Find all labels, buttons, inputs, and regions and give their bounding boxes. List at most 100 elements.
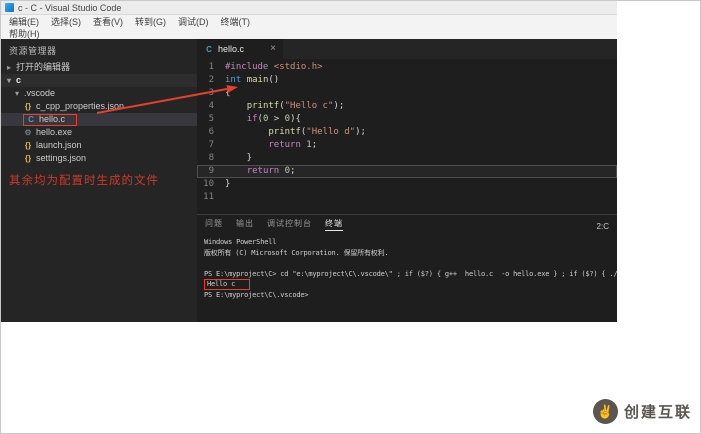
menu-item[interactable]: 转到(G) bbox=[129, 15, 172, 28]
line-number: 8 bbox=[208, 153, 214, 163]
code-line: 4 printf("Hello c"); bbox=[197, 100, 617, 113]
line-number: 4 bbox=[208, 101, 214, 111]
vscode-logo-icon bbox=[5, 3, 14, 12]
tab-hello-c[interactable]: C hello.c × bbox=[197, 39, 283, 59]
code-text: return 0; bbox=[246, 166, 296, 176]
code-text: } bbox=[225, 153, 253, 163]
menu-row: 编辑(E) 选择(S) 查看(V) 转到(G) 调试(D) 终端(T) bbox=[3, 15, 615, 27]
exe-file-icon: ⚙ bbox=[24, 128, 32, 137]
code-line: 3{ bbox=[197, 87, 617, 100]
file-item[interactable]: {} settings.json bbox=[1, 152, 197, 165]
terminal-line: Windows PowerShell bbox=[204, 238, 277, 246]
workbench: 资源管理器 ▸ 打开的编辑器 ▾ c ▾ .vscode {} c_cpp_pro… bbox=[1, 39, 617, 322]
chevron-down-icon: ▾ bbox=[6, 76, 11, 85]
terminal-line: 版权所有 (C) Microsoft Corporation. 保留所有权利. bbox=[204, 248, 389, 257]
menu-item[interactable]: 终端(T) bbox=[215, 15, 257, 28]
watermark: ✌ 创建互联 bbox=[592, 399, 692, 424]
hand-icon: ✌ bbox=[592, 399, 618, 424]
code-text: } bbox=[225, 179, 231, 189]
red-highlight-box: Chello.c bbox=[23, 113, 78, 126]
red-annotation-text: 其余均为配置时生成的文件 bbox=[9, 175, 159, 187]
c-file-icon: C bbox=[206, 44, 212, 54]
c-file-icon: C bbox=[28, 115, 34, 124]
watermark-text: 创建互联 bbox=[623, 404, 692, 421]
file-label: c_cpp_properties.json bbox=[36, 101, 125, 111]
bottom-panel: 问题 输出 调试控制台 终端 2:C Windows PowerShell 版权所有 (… bbox=[197, 214, 617, 322]
file-inner: {} c_cpp_properties.json bbox=[23, 101, 124, 113]
terminal[interactable]: Windows PowerShell 版权所有 (C) Microsoft Cor… bbox=[197, 233, 617, 322]
file-label: settings.json bbox=[36, 153, 87, 163]
code-line: 7 return 1; bbox=[197, 139, 617, 152]
root-folder-c[interactable]: ▾ c bbox=[1, 74, 197, 87]
file-inner: {} launch.json bbox=[23, 140, 82, 152]
code-text: int main() bbox=[225, 75, 280, 85]
screenshot-page: c - C - Visual Studio Code 编辑(E) 选择(S) 查看(… bbox=[0, 0, 701, 434]
chevron-down-icon: ▾ bbox=[14, 89, 19, 98]
code-line: 9 return 0; bbox=[197, 165, 617, 178]
chevron-right-icon: ▸ bbox=[6, 63, 11, 72]
code-line: 6 printf("Hello d"); bbox=[197, 126, 617, 139]
file-item[interactable]: Chello.c bbox=[1, 113, 197, 126]
menu-item[interactable]: 查看(V) bbox=[87, 15, 129, 28]
file-label: launch.json bbox=[36, 140, 82, 150]
code-text: return 1; bbox=[268, 140, 318, 150]
terminal-output-highlight-box: Hello c bbox=[204, 279, 251, 290]
line-number: 5 bbox=[208, 114, 214, 124]
code-text: { bbox=[225, 88, 231, 98]
vscode-window: c - C - Visual Studio Code 编辑(E) 选择(S) 查看(… bbox=[1, 1, 617, 322]
code-line: 8 } bbox=[197, 152, 617, 165]
code-editor[interactable]: 1 #include <stdio.h> 2 int main() 3{4 printf… bbox=[197, 59, 617, 214]
code-line: 1 #include <stdio.h> bbox=[197, 61, 617, 74]
open-editors-section[interactable]: ▸ 打开的编辑器 bbox=[1, 61, 197, 74]
file-inner: ⚙ hello.exe bbox=[23, 127, 72, 139]
menu-item[interactable]: 选择(S) bbox=[45, 15, 87, 28]
file-item[interactable]: ⚙ hello.exe bbox=[1, 126, 197, 139]
json-file-icon: {} bbox=[24, 154, 32, 163]
explorer-title: 资源管理器 bbox=[9, 46, 57, 56]
editor-tab-bar: C hello.c × bbox=[197, 39, 617, 59]
menu-bar: 编辑(E) 选择(S) 查看(V) 转到(G) 调试(D) 终端(T) 帮助(H) bbox=[1, 15, 617, 40]
line-number: 1 bbox=[208, 62, 214, 72]
explorer-sidebar: 资源管理器 ▸ 打开的编辑器 ▾ c ▾ .vscode {} c_cpp_pro… bbox=[1, 39, 197, 322]
panel-tab[interactable]: 输出 bbox=[236, 218, 254, 231]
line-number: 6 bbox=[208, 127, 214, 137]
folder-vscode[interactable]: ▾ .vscode bbox=[1, 87, 197, 100]
file-label: hello.exe bbox=[36, 127, 73, 137]
editor-group: C hello.c × 1 #include <stdio.h> 2 int main… bbox=[197, 39, 617, 322]
panel-tabs: 问题 输出 调试控制台 终端 bbox=[205, 218, 343, 231]
close-icon[interactable]: × bbox=[270, 44, 276, 54]
terminal-line: PS E:\myproject\C> cd "e:\myproject\C\.v… bbox=[204, 269, 617, 278]
panel-tab[interactable]: 问题 bbox=[205, 218, 223, 231]
file-item[interactable]: {} launch.json bbox=[1, 139, 197, 152]
file-tree: {} c_cpp_properties.json Chello.c ⚙ hello.ex… bbox=[1, 100, 197, 165]
line-number: 11 bbox=[203, 192, 214, 202]
code-text: #include <stdio.h> bbox=[225, 62, 323, 72]
code-line: 5 if(0 > 0){ bbox=[197, 113, 617, 126]
terminal-line: PS E:\myproject\C\.vscode> bbox=[204, 290, 309, 299]
menu-row: 帮助(H) bbox=[3, 27, 615, 39]
code-line: 11 bbox=[197, 191, 617, 204]
line-number: 7 bbox=[208, 140, 214, 150]
title-bar: c - C - Visual Studio Code bbox=[1, 1, 617, 15]
panel-tab[interactable]: 终端 bbox=[325, 218, 343, 231]
json-file-icon: {} bbox=[24, 102, 32, 111]
open-editors-label: 打开的编辑器 bbox=[16, 62, 71, 72]
terminal-line: Hello c bbox=[204, 279, 617, 290]
menu-item[interactable]: 帮助(H) bbox=[3, 27, 46, 40]
code-text: if(0 > 0){ bbox=[246, 114, 301, 124]
code-text: printf("Hello c"); bbox=[246, 101, 345, 111]
code-text: printf("Hello d"); bbox=[268, 127, 366, 137]
code-line: 10} bbox=[197, 178, 617, 191]
file-inner: {} settings.json bbox=[23, 153, 86, 165]
line-number: 9 bbox=[208, 166, 214, 176]
terminal-selector[interactable]: 2:C bbox=[597, 222, 609, 231]
root-folder-label: c bbox=[16, 75, 22, 85]
file-label: hello.c bbox=[39, 114, 66, 124]
file-item[interactable]: {} c_cpp_properties.json bbox=[1, 100, 197, 113]
menu-item[interactable]: 调试(D) bbox=[172, 15, 215, 28]
line-number: 2 bbox=[208, 75, 214, 85]
panel-tab[interactable]: 调试控制台 bbox=[267, 218, 312, 231]
json-file-icon: {} bbox=[24, 141, 32, 150]
window-title: c - C - Visual Studio Code bbox=[18, 2, 122, 13]
